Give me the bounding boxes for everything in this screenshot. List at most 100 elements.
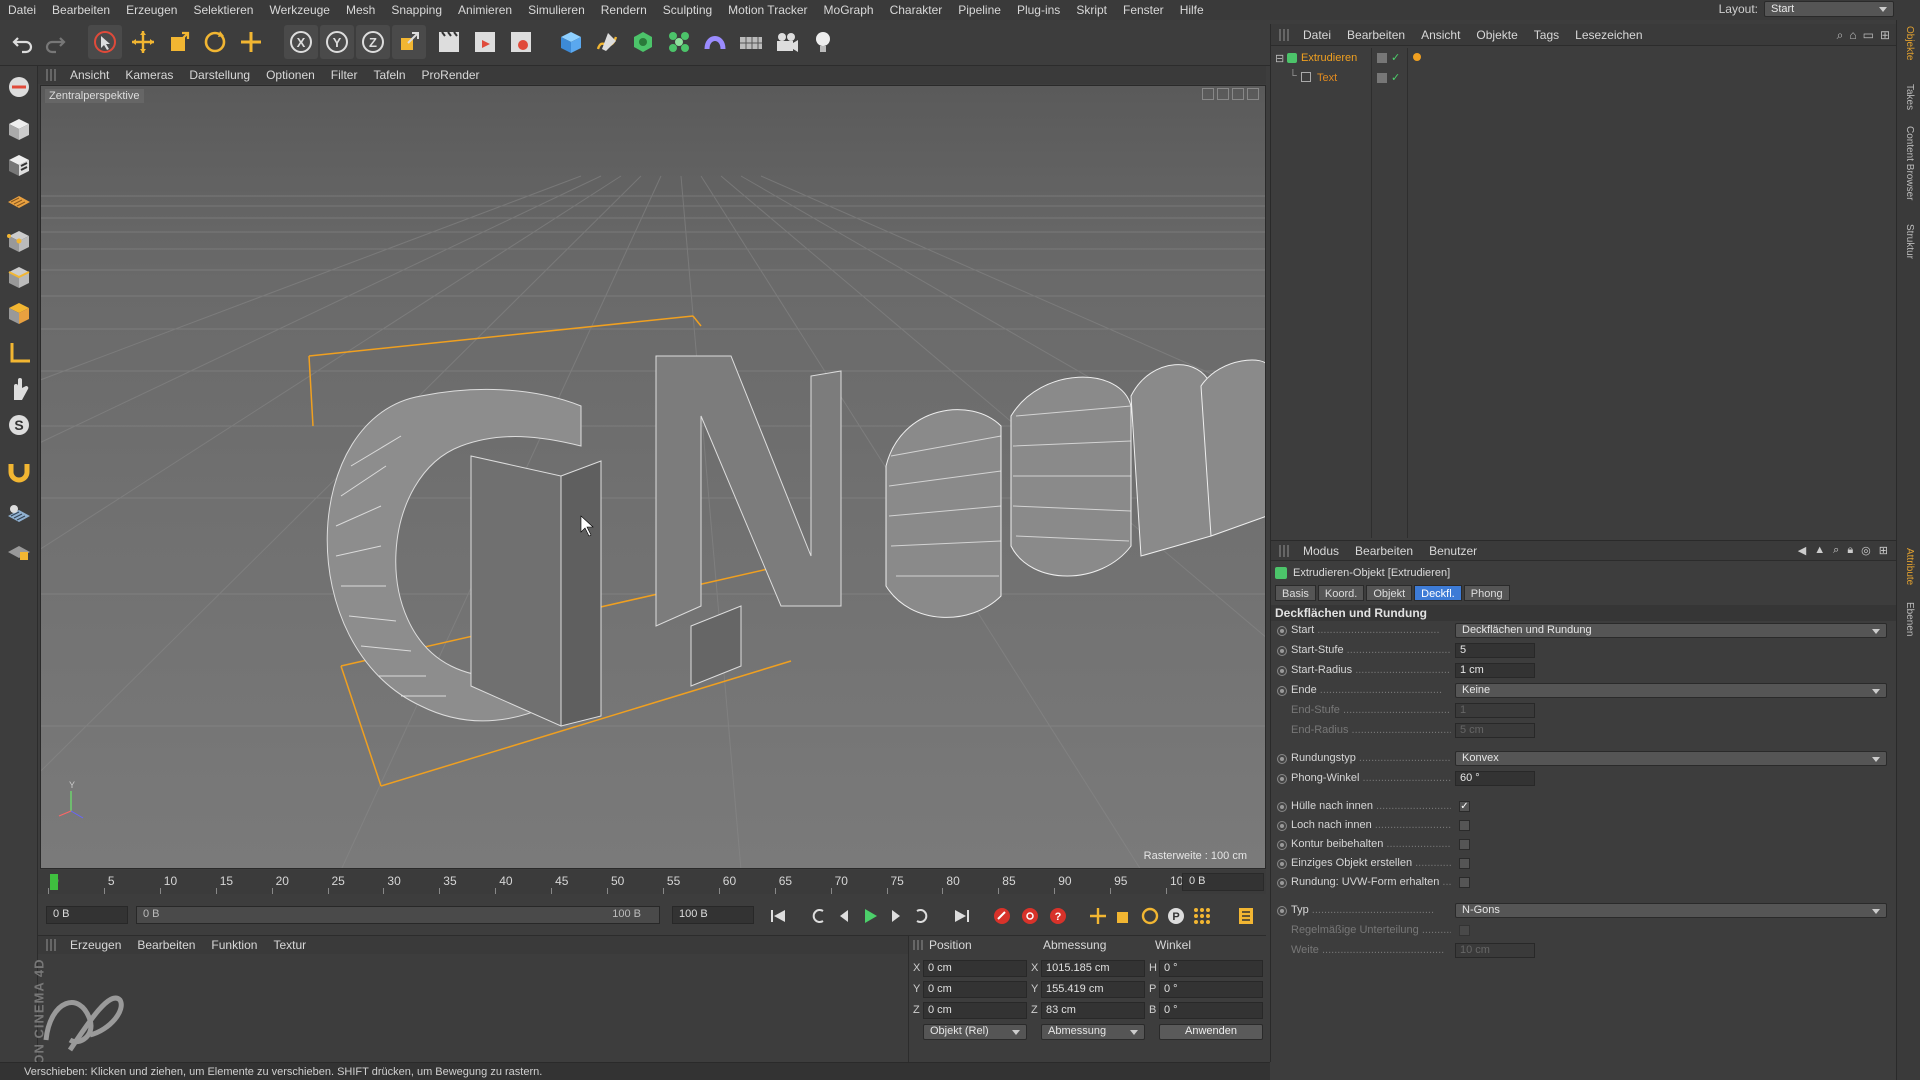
tag-icon[interactable] [1413, 53, 1421, 61]
menu-snapping[interactable]: Snapping [383, 3, 450, 17]
tab-objekte[interactable]: Objekte [1904, 26, 1915, 60]
pos-x-field[interactable]: 0 cm [923, 960, 1027, 977]
play-icon[interactable] [858, 904, 882, 928]
scale-icon[interactable] [162, 25, 196, 59]
material-menu-bearbeiten[interactable]: Bearbeiten [129, 938, 203, 952]
animate-radio[interactable] [1277, 666, 1287, 676]
start-stufe-field[interactable]: 5 [1455, 643, 1535, 658]
lock-icon[interactable]: 🔒︎ [1847, 544, 1853, 557]
size-mode-dropdown[interactable]: Abmessung [1041, 1024, 1145, 1040]
tree-row-text[interactable]: └ Text ✓ [1271, 70, 1896, 88]
panel-grip[interactable] [1279, 28, 1291, 41]
menu-charakter[interactable]: Charakter [882, 3, 951, 17]
tab-deckflaechen[interactable]: Deckfl. [1414, 585, 1462, 601]
menu-skript[interactable]: Skript [1068, 3, 1115, 17]
panel-grip[interactable] [46, 939, 58, 951]
object-name[interactable]: Text [1317, 72, 1337, 84]
search-icon[interactable]: ⌕ [1833, 544, 1839, 557]
grid-snap-icon[interactable] [4, 500, 34, 530]
layer-icon[interactable] [1377, 73, 1387, 83]
workplane-icon[interactable] [4, 186, 34, 216]
tab-content-browser[interactable]: Content Browser [1904, 126, 1915, 200]
previous-frame-icon[interactable] [832, 904, 856, 928]
coordinate-mode-dropdown[interactable]: Objekt (Rel) [923, 1024, 1027, 1040]
rot-h-field[interactable]: 0 ° [1159, 960, 1263, 977]
layer-icon[interactable] [1377, 53, 1387, 63]
next-key-icon[interactable] [910, 904, 934, 928]
points-mode-icon[interactable] [4, 226, 34, 256]
viewport-menu-kameras[interactable]: Kameras [117, 68, 181, 82]
menu-plug-ins[interactable]: Plug-ins [1009, 3, 1068, 17]
move-icon[interactable] [126, 25, 160, 59]
size-z-field[interactable]: 83 cm [1041, 1002, 1145, 1019]
panel-grip[interactable] [1279, 544, 1291, 557]
viewport-menu-tafeln[interactable]: Tafeln [365, 68, 413, 82]
animate-radio[interactable] [1277, 840, 1287, 850]
pan-icon[interactable] [1202, 88, 1214, 100]
render-view-icon[interactable] [432, 25, 466, 59]
texture-mode-icon[interactable] [4, 150, 34, 180]
back-arrow-icon[interactable]: ◀ [1798, 544, 1806, 557]
pos-z-field[interactable]: 0 cm [923, 1002, 1027, 1019]
animate-radio[interactable] [1277, 754, 1287, 764]
typ-dropdown[interactable]: N-Gons [1455, 903, 1887, 918]
cube-primitive-icon[interactable] [554, 25, 588, 59]
search-icon[interactable]: ⌕ [1837, 28, 1844, 43]
lock-workplane-icon[interactable] [4, 536, 34, 566]
tweak-mode-icon[interactable] [4, 374, 34, 404]
menu-erzeugen[interactable]: Erzeugen [118, 3, 185, 17]
object-menu-ansicht[interactable]: Ansicht [1413, 28, 1468, 42]
pen-spline-icon[interactable] [590, 25, 624, 59]
make-editable-icon[interactable] [4, 72, 34, 102]
animate-radio[interactable] [1277, 802, 1287, 812]
camera-icon[interactable] [770, 25, 804, 59]
new-view-icon[interactable]: ▭ [1863, 28, 1874, 43]
menu-bearbeiten[interactable]: Bearbeiten [44, 3, 118, 17]
timeline[interactable]: 0510152025303540455055606570758085909510… [38, 870, 1266, 894]
tab-koord[interactable]: Koord. [1317, 585, 1365, 601]
timeline-ruler[interactable]: 0510152025303540455055606570758085909510… [48, 870, 1190, 894]
object-menu-tags[interactable]: Tags [1526, 28, 1567, 42]
viewport[interactable]: Y Zentralperspektive Rasterweite : 100 c… [40, 85, 1266, 869]
menu-simulieren[interactable]: Simulieren [520, 3, 593, 17]
mograph-cloner-icon[interactable] [662, 25, 696, 59]
tab-struktur[interactable]: Struktur [1904, 224, 1915, 259]
light-icon[interactable] [806, 25, 840, 59]
frame-range-slider[interactable]: 0 B 100 B [136, 906, 660, 924]
select-arrow-icon[interactable] [88, 25, 122, 59]
polygons-mode-icon[interactable] [4, 298, 34, 328]
attribute-menu-modus[interactable]: Modus [1295, 544, 1347, 558]
orbit-icon[interactable] [1232, 88, 1244, 100]
panel-grip[interactable] [46, 69, 58, 81]
enabled-check-icon[interactable]: ✓ [1391, 51, 1400, 64]
zoom-icon[interactable] [1217, 88, 1229, 100]
previous-key-icon[interactable] [806, 904, 830, 928]
animate-radio[interactable] [1277, 821, 1287, 831]
go-to-end-icon[interactable] [950, 904, 974, 928]
menu-datei[interactable]: Datei [0, 3, 44, 17]
tab-takes[interactable]: Takes [1904, 84, 1915, 110]
new-panel-icon[interactable]: ⊞ [1879, 544, 1888, 557]
record-keys-icon[interactable] [990, 904, 1014, 928]
attribute-menu-bearbeiten[interactable]: Bearbeiten [1347, 544, 1421, 558]
coordinate-system-icon[interactable] [392, 25, 426, 59]
animate-radio[interactable] [1277, 859, 1287, 869]
perspective-label[interactable]: Zentralperspektive [45, 89, 144, 103]
size-x-field[interactable]: 1015.185 cm [1041, 960, 1145, 977]
menu-pipeline[interactable]: Pipeline [950, 3, 1009, 17]
up-arrow-icon[interactable]: ▲ [1814, 544, 1825, 557]
x-axis-lock-icon[interactable]: X [284, 25, 318, 59]
enabled-check-icon[interactable]: ✓ [1391, 71, 1400, 84]
rotation-track-icon[interactable] [1138, 904, 1162, 928]
edges-mode-icon[interactable] [4, 262, 34, 292]
redo-icon[interactable] [38, 25, 72, 59]
phong-winkel-field[interactable]: 60 ° [1455, 771, 1535, 786]
viewport-menu-ansicht[interactable]: Ansicht [62, 68, 117, 82]
object-menu-datei[interactable]: Datei [1295, 28, 1339, 42]
menu-mesh[interactable]: Mesh [338, 3, 383, 17]
menu-mograph[interactable]: MoGraph [816, 3, 882, 17]
rot-b-field[interactable]: 0 ° [1159, 1002, 1263, 1019]
render-picture-viewer-icon[interactable] [468, 25, 502, 59]
layout-dropdown[interactable]: Start [1764, 1, 1894, 17]
pos-y-field[interactable]: 0 cm [923, 981, 1027, 998]
